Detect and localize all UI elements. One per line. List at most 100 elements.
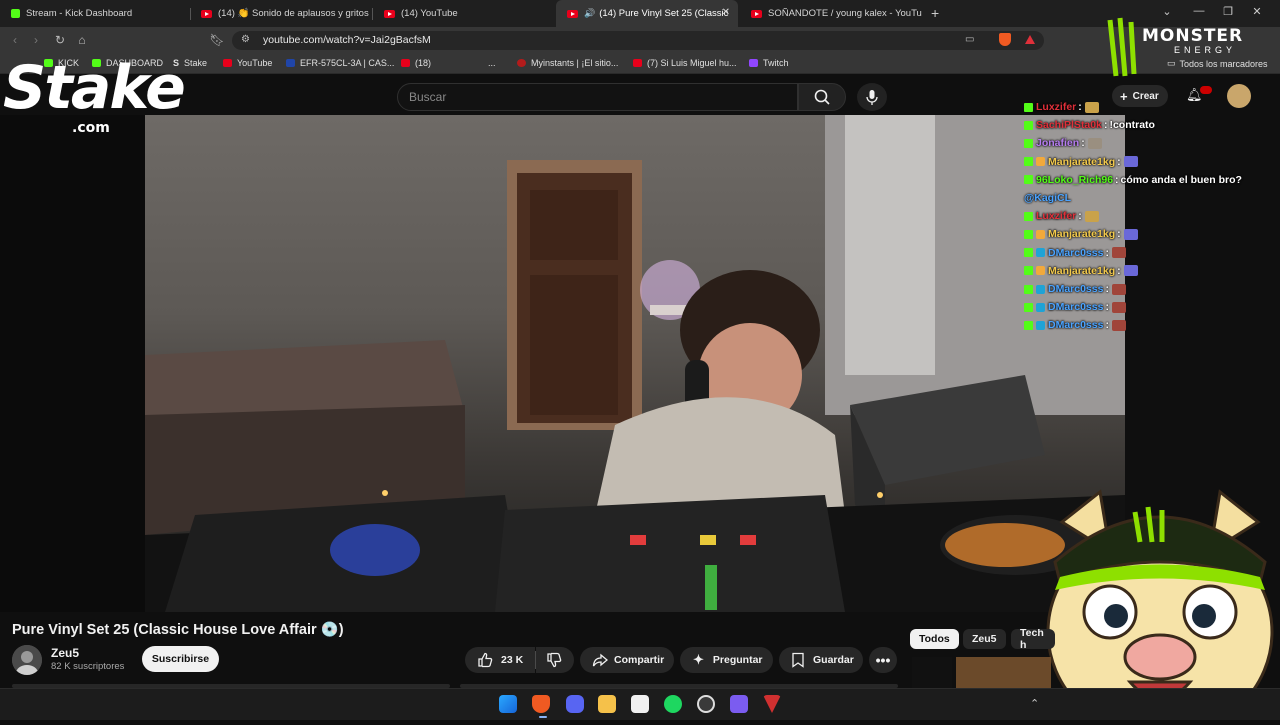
subscribe-button[interactable]: Suscribirse — [142, 646, 219, 672]
speaker-icon: 🔊 — [584, 8, 596, 18]
thumbs-up-icon — [478, 652, 493, 668]
bookmark-twitch[interactable]: Twitch — [749, 58, 789, 68]
recommended-thumbnail[interactable] — [912, 657, 952, 688]
cat-mascot-overlay — [1040, 482, 1280, 725]
subscriber-count: 82 K suscriptores — [51, 661, 125, 672]
channel-name[interactable]: Zeu5 — [51, 646, 79, 660]
search-placeholder: Buscar — [409, 90, 447, 104]
save-button[interactable]: Guardar — [779, 647, 863, 673]
kick-badge-icon — [1024, 302, 1033, 312]
app-grid-icon[interactable] — [730, 695, 748, 713]
search-button[interactable] — [798, 83, 846, 111]
bookmark-18[interactable]: (18) — [401, 58, 431, 68]
back-icon[interactable]: ‹ — [7, 33, 23, 47]
chat-separator: : — [1105, 283, 1109, 295]
close-tab-icon[interactable]: ✕ — [722, 7, 730, 18]
file-explorer-icon[interactable] — [598, 695, 616, 713]
twitch-icon — [749, 59, 758, 67]
cat-mascot-icon — [1046, 489, 1274, 725]
chat-badge-icon — [1036, 157, 1045, 167]
reload-icon[interactable]: ↻ — [52, 33, 68, 47]
monster-wordmark: MONSTER — [1142, 26, 1244, 46]
notification-badge — [1200, 86, 1212, 94]
tab-pure-vinyl-set[interactable]: 🔊 (14) Pure Vinyl Set 25 (Classic ✕ — [556, 0, 738, 27]
chat-badge-icon — [1036, 248, 1045, 258]
video-title: Pure Vinyl Set 25 (Classic House Love Af… — [12, 622, 344, 638]
new-tab-button[interactable]: + — [931, 5, 939, 21]
chat-username: Luxzifer — [1036, 101, 1077, 113]
video-player[interactable] — [145, 115, 1125, 612]
bookmark-youtube[interactable]: YouTube — [223, 58, 272, 68]
bookmark-icon[interactable]: 🔖︎ — [209, 33, 225, 47]
chip-tech[interactable]: Tech h — [1011, 629, 1055, 649]
recommended-thumbnail[interactable] — [956, 657, 1051, 688]
sparkle-icon: ✦ — [693, 652, 704, 667]
chat-emote-icon — [1111, 319, 1126, 331]
kick-badge-icon — [1024, 266, 1033, 276]
microphone-icon — [866, 90, 878, 105]
chat-username: @KagiCL — [1024, 192, 1071, 204]
chat-username: 96Loko_Rich96 — [1036, 173, 1114, 186]
chat-separator: : — [1105, 319, 1109, 332]
tab-youtube-home[interactable]: (14) YouTube — [373, 0, 553, 27]
chat-emote-icon — [1084, 101, 1099, 113]
tab-applause[interactable]: (14) 👏 Sonido de aplausos y gritos d — [190, 0, 370, 27]
obs-icon[interactable] — [631, 695, 649, 713]
url-text[interactable]: youtube.com/watch?v=Jai2gBacfsM — [263, 34, 431, 46]
stake-logo: Stake — [3, 53, 186, 123]
app-icon[interactable] — [697, 695, 715, 713]
chat-separator: : — [1078, 210, 1082, 223]
chat-username: Manjarate1kg — [1048, 228, 1116, 241]
chat-message: DMarc0sss : — [1024, 301, 1126, 313]
chip-channel[interactable]: Zeu5 — [963, 629, 1006, 649]
account-avatar[interactable] — [1227, 84, 1251, 108]
brave-rewards-icon[interactable] — [1025, 35, 1035, 44]
bookmark-more[interactable]: ... — [488, 58, 496, 68]
chat-message: Jonafien : — [1024, 137, 1102, 149]
more-actions-button[interactable]: ••• — [869, 647, 897, 673]
bookmark-luis-miguel[interactable]: (7) Si Luis Miguel hu... — [633, 58, 737, 68]
channel-avatar[interactable] — [12, 645, 42, 675]
tab-sonandote[interactable]: SOÑANDOTE / young kalex - YouTub — [740, 0, 922, 27]
site-settings-icon[interactable]: ⚙︎ — [241, 34, 250, 45]
kick-badge-icon — [1024, 248, 1033, 258]
youtube-icon — [401, 59, 410, 67]
create-button[interactable]: + Crear — [1112, 85, 1168, 107]
search-icon — [814, 89, 830, 105]
cast-icon[interactable]: ▭ — [965, 34, 974, 45]
chat-badge-icon — [1036, 302, 1045, 312]
ask-button[interactable]: ✦ Preguntar — [680, 647, 773, 673]
tab-label: (14) 👏 Sonido de aplausos y gritos d — [218, 8, 370, 19]
chat-message: Luxzifer : — [1024, 101, 1099, 113]
search-input[interactable] — [397, 83, 798, 111]
share-button[interactable]: Compartir — [580, 647, 674, 673]
spotify-icon[interactable] — [664, 695, 682, 713]
tab-kick-dashboard[interactable]: Stream - Kick Dashboard — [0, 0, 190, 27]
tab-label: Stream - Kick Dashboard — [26, 8, 133, 19]
bookmark-myinstants[interactable]: Myinstants | ¡El sitio... — [517, 58, 618, 68]
kick-badge-icon — [1024, 102, 1033, 112]
active-app-indicator — [539, 716, 547, 718]
tray-chevron-icon[interactable]: ⌃ — [1030, 697, 1039, 710]
voice-search-button[interactable] — [857, 83, 887, 111]
tab-label: SOÑANDOTE / young kalex - YouTub — [768, 8, 922, 19]
chat-separator: : — [1078, 101, 1082, 113]
bookmark-casio[interactable]: EFR-575CL-3A | CAS... — [286, 58, 394, 68]
youtube-icon — [633, 59, 642, 67]
brave-shields-icon[interactable] — [999, 33, 1011, 46]
discord-icon[interactable] — [566, 695, 584, 713]
windows-start-icon[interactable] — [499, 695, 517, 713]
chat-separator: : — [1117, 264, 1121, 277]
kick-badge-icon — [1024, 229, 1033, 239]
like-count: 23 K — [501, 654, 524, 666]
home-icon[interactable]: ⌂ — [74, 33, 90, 47]
dislike-button[interactable] — [536, 647, 574, 673]
video-left-letterbox — [0, 115, 145, 612]
chip-all[interactable]: Todos — [910, 629, 959, 649]
chat-message: Manjarate1kg : — [1024, 156, 1138, 168]
brave-browser-icon[interactable] — [532, 695, 550, 713]
like-button[interactable]: 23 K — [465, 647, 535, 673]
kick-badge-icon — [1024, 120, 1033, 130]
forward-icon[interactable]: › — [28, 33, 44, 47]
monster-energy-logo: MONSTER ENERGY — [1104, 16, 1276, 80]
